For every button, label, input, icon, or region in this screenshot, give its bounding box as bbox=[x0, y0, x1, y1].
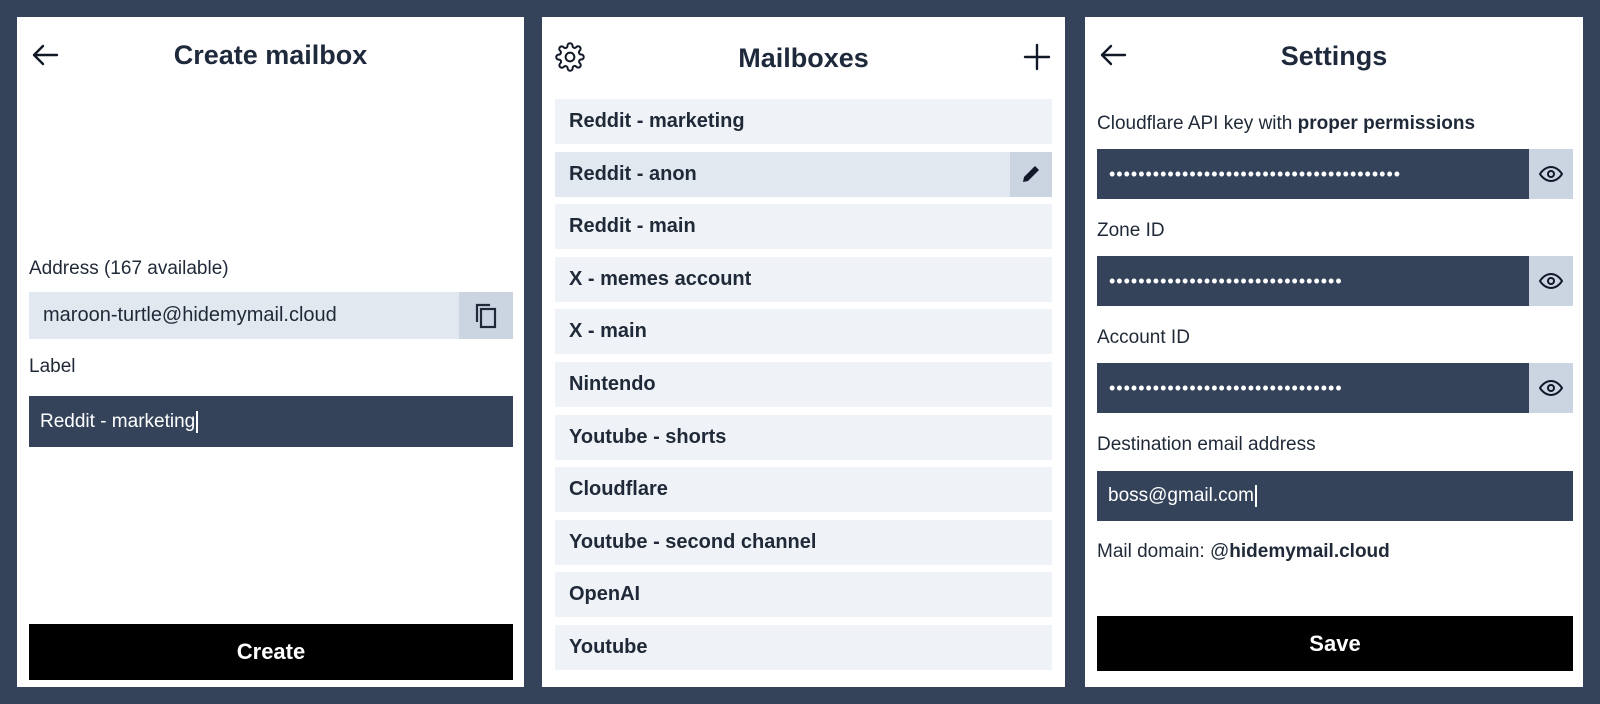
zone-id-label: Zone ID bbox=[1097, 220, 1165, 241]
mailbox-item[interactable]: Youtube - shorts bbox=[555, 414, 1052, 460]
mail-domain-value: hidemymail.cloud bbox=[1229, 541, 1390, 562]
create-mailbox-panel: Create mailbox Address (167 available) m… bbox=[17, 17, 524, 687]
mailbox-label: Reddit - anon bbox=[569, 162, 697, 185]
mailbox-label: Youtube - second channel bbox=[569, 530, 817, 553]
mailbox-item[interactable]: Youtube - second channel bbox=[555, 519, 1052, 565]
api-key-label-emphasis: proper permissions bbox=[1297, 113, 1476, 134]
mailbox-label: Reddit - main bbox=[569, 215, 696, 238]
reveal-zone-id-button[interactable] bbox=[1529, 256, 1573, 306]
mail-domain-text: Mail domain: @hidemymail.cloud bbox=[1097, 541, 1390, 562]
address-field: maroon-turtle@hidemymail.cloud bbox=[29, 292, 513, 339]
mailbox-list: Reddit - marketing Reddit - anon Reddit … bbox=[555, 99, 1052, 678]
mailbox-label: Cloudflare bbox=[569, 478, 668, 501]
text-cursor bbox=[1255, 484, 1257, 507]
destination-email-input[interactable]: boss@gmail.com bbox=[1097, 471, 1573, 521]
api-key-masked-value: •••••••••••••••••••••••••••••••••••••••• bbox=[1109, 163, 1402, 184]
mailbox-item[interactable]: Reddit - main bbox=[555, 204, 1052, 250]
mailbox-item[interactable]: Youtube bbox=[555, 624, 1052, 670]
mailbox-item[interactable]: Nintendo bbox=[555, 361, 1052, 407]
mailbox-label: Nintendo bbox=[569, 372, 656, 395]
eye-icon bbox=[1539, 273, 1563, 289]
reveal-api-key-button[interactable] bbox=[1529, 149, 1573, 199]
label-input-value: Reddit - marketing bbox=[40, 411, 196, 432]
address-label: Address (167 available) bbox=[29, 258, 229, 279]
api-key-label: Cloudflare API key with proper permissio… bbox=[1097, 113, 1476, 134]
account-id-input[interactable]: •••••••••••••••••••••••••••••••• bbox=[1097, 363, 1573, 413]
address-value: maroon-turtle@hidemymail.cloud bbox=[43, 304, 337, 326]
account-id-label: Account ID bbox=[1097, 327, 1190, 348]
reveal-account-id-button[interactable] bbox=[1529, 363, 1573, 413]
mailbox-label: Youtube bbox=[569, 635, 648, 658]
mailboxes-panel: Mailboxes Reddit - marketing Reddit - an… bbox=[542, 17, 1065, 687]
mailbox-label: OpenAI bbox=[569, 583, 641, 606]
add-mailbox-button[interactable] bbox=[1019, 39, 1055, 75]
destination-email-value: boss@gmail.com bbox=[1108, 485, 1254, 506]
copy-icon bbox=[475, 303, 497, 328]
mailbox-label: Youtube - shorts bbox=[569, 425, 727, 448]
pencil-icon bbox=[1023, 166, 1039, 183]
destination-email-label: Destination email address bbox=[1097, 434, 1316, 455]
mailbox-item[interactable]: OpenAI bbox=[555, 572, 1052, 618]
mailbox-label: Reddit - marketing bbox=[569, 110, 745, 132]
account-id-masked-value: •••••••••••••••••••••••••••••••• bbox=[1109, 377, 1343, 398]
mailbox-item[interactable]: Cloudflare bbox=[555, 467, 1052, 513]
save-button[interactable]: Save bbox=[1097, 616, 1573, 671]
mailbox-label: X - memes account bbox=[569, 267, 752, 290]
mailbox-item[interactable]: X - memes account bbox=[555, 256, 1052, 302]
plus-icon bbox=[1023, 43, 1051, 71]
settings-panel: Settings Cloudflare API key with proper … bbox=[1085, 17, 1583, 687]
create-button[interactable]: Create bbox=[29, 624, 513, 680]
label-input[interactable]: Reddit - marketing bbox=[29, 396, 513, 447]
mailbox-item[interactable]: X - main bbox=[555, 309, 1052, 355]
copy-address-button[interactable] bbox=[459, 292, 513, 339]
eye-icon bbox=[1539, 380, 1563, 396]
zone-id-input[interactable]: •••••••••••••••••••••••••••••••• bbox=[1097, 256, 1573, 306]
mailbox-item[interactable]: Reddit - marketing bbox=[555, 99, 1052, 144]
mailbox-label: X - main bbox=[569, 320, 647, 343]
zone-id-masked-value: •••••••••••••••••••••••••••••••• bbox=[1109, 270, 1343, 291]
edit-mailbox-button[interactable] bbox=[1010, 151, 1052, 197]
label-label: Label bbox=[29, 356, 76, 377]
page-title: Create mailbox bbox=[173, 40, 368, 70]
api-key-input[interactable]: •••••••••••••••••••••••••••••••••••••••• bbox=[1097, 149, 1573, 199]
eye-icon bbox=[1539, 166, 1563, 182]
mailbox-item[interactable]: Reddit - anon bbox=[555, 151, 1052, 197]
page-title: Settings bbox=[1280, 41, 1388, 71]
page-title: Mailboxes bbox=[738, 43, 869, 73]
text-cursor bbox=[196, 410, 198, 433]
